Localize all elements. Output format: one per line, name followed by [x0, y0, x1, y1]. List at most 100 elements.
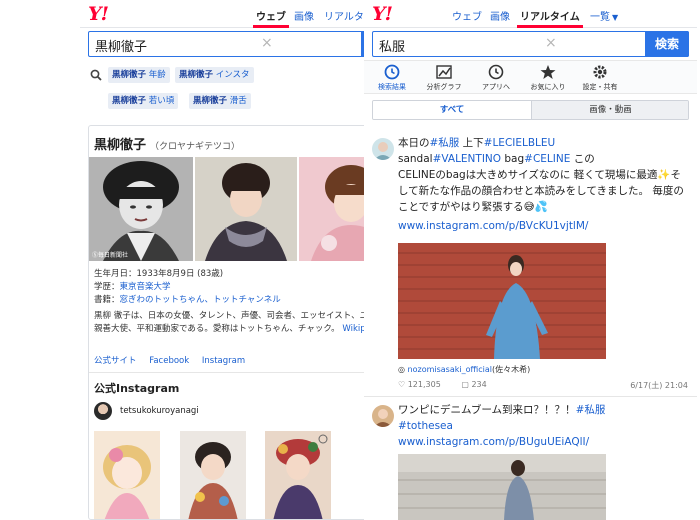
- comment-count: 234: [471, 380, 487, 389]
- knowledge-description: 黒柳 徹子は、日本の女優、タレント、声優、司会者、エッセイスト、ユニセフ親善大使…: [94, 310, 399, 336]
- suggestion-term: 黒柳徹子: [112, 70, 147, 80]
- hashtag-link[interactable]: #CELINE: [524, 153, 570, 165]
- tweet-line: ワンピにデニムブーム到来ロ？！？！#私服: [398, 402, 688, 418]
- person-reading: （クロヤナギテツコ）: [150, 142, 241, 152]
- more-menu[interactable]: 一覧▼: [590, 8, 618, 23]
- text-run: bag: [501, 153, 525, 165]
- tool-settings[interactable]: 設定・共有: [578, 64, 622, 92]
- tweet-url[interactable]: www.instagram.com/p/BUguUEiAQlI/: [398, 434, 688, 450]
- official-links: 公式サイト Facebook Instagram: [94, 354, 255, 366]
- tweet-photo[interactable]: [398, 454, 606, 520]
- search-box: 黒柳徹子 × 検索: [88, 31, 405, 57]
- tab-realtime[interactable]: リアルタイム: [517, 8, 583, 28]
- clock-icon: [384, 64, 400, 80]
- chart-icon: [436, 65, 452, 79]
- instagram-link[interactable]: Instagram: [202, 356, 245, 366]
- avatar-image: [372, 138, 394, 160]
- suggestion-chip[interactable]: 黒柳徹子 滑舌: [189, 93, 251, 109]
- tool-app[interactable]: アプリへ: [474, 64, 518, 92]
- source-user-link[interactable]: nozomisasaki_official: [408, 365, 492, 374]
- comment-icon[interactable]: ▢: [461, 380, 471, 389]
- knowledge-facts: 生年月日：1933年8月9日 (83歳) 学歴：東京音楽大学 書籍：窓ぎわのトッ…: [94, 268, 281, 307]
- knowledge-title: 黒柳徹子 （クロヤナギテツコ）: [94, 134, 240, 153]
- birth-value: 1933年8月9日 (83歳): [136, 269, 224, 279]
- street-photo: [398, 454, 606, 520]
- suggestion-chip[interactable]: 黒柳徹子 年齢: [108, 67, 170, 83]
- instagram-section-title: 公式Instagram: [94, 382, 180, 395]
- suggestion-extra: 滑舌: [229, 96, 247, 106]
- search-input[interactable]: 黒柳徹子: [95, 36, 147, 55]
- tab-images[interactable]: 画像: [490, 8, 510, 23]
- suggestion-extra: 若い頃: [148, 96, 175, 106]
- search-button[interactable]: 検索: [645, 31, 689, 57]
- tweet-body: CELINEのbagは大きめサイズなのに 軽くて現場に最適✨そして新たな作品の顔…: [398, 169, 684, 213]
- portrait-bw-image: [89, 157, 193, 261]
- books-link[interactable]: 窓ぎわのトットちゃん、トットチャンネル: [120, 295, 281, 305]
- person-image: [195, 157, 297, 261]
- yahoo-logo[interactable]: Y!: [88, 3, 109, 25]
- tool-label: 設定・共有: [582, 83, 618, 91]
- media-filter-toggle: すべて 画像・動画: [372, 100, 689, 120]
- tweet-url[interactable]: www.instagram.com/p/BVcKU1vjtlM/: [398, 218, 688, 234]
- suggestion-chip[interactable]: 黒柳徹子 若い頃: [108, 93, 179, 109]
- tweet-text: 本日の#私服 上下#LECIELBLEU sandal#VALENTINO ba…: [398, 135, 688, 234]
- hashtag-link[interactable]: #LECIELBLEU: [484, 137, 556, 149]
- birth-row: 生年月日：1933年8月9日 (83歳): [94, 268, 281, 281]
- tweet-text: ワンピにデニムブーム到来ロ？！？！#私服 #tothesea www.insta…: [398, 402, 688, 450]
- person-image: [180, 431, 246, 519]
- filter-all[interactable]: すべて: [373, 101, 531, 119]
- filter-media[interactable]: 画像・動画: [531, 101, 688, 119]
- gear-icon: [593, 65, 607, 79]
- source-name: (佐々木希): [491, 365, 531, 374]
- yahoo-logo[interactable]: Y!: [372, 3, 393, 25]
- tool-results[interactable]: 検索結果: [370, 64, 414, 92]
- hashtag-link[interactable]: #tothesea: [398, 418, 688, 434]
- photo-2[interactable]: [195, 157, 297, 261]
- heart-icon[interactable]: ♡: [398, 380, 408, 389]
- caret-down-icon: ▼: [612, 13, 619, 22]
- instagram-thumb[interactable]: [180, 431, 246, 519]
- suggestion-term: 黒柳徹子: [193, 96, 228, 106]
- tool-graph[interactable]: 分析グラフ: [422, 64, 466, 92]
- tweet-photo[interactable]: [398, 243, 606, 359]
- search-box: 私服 × 検索: [372, 31, 689, 57]
- divider: [89, 372, 404, 373]
- instagram-thumb[interactable]: [265, 431, 331, 519]
- tab-web[interactable]: ウェブ: [452, 8, 482, 23]
- school-link[interactable]: 東京音楽大学: [120, 282, 171, 292]
- hashtag-link[interactable]: #VALENTINO: [433, 153, 501, 165]
- illustration-image: [94, 431, 160, 519]
- official-site-link[interactable]: 公式サイト: [94, 356, 137, 366]
- search-icon: [90, 69, 102, 81]
- tab-web[interactable]: ウェブ: [253, 8, 289, 28]
- text-run: この: [570, 153, 595, 165]
- tab-images[interactable]: 画像: [294, 8, 314, 23]
- person-image: [265, 431, 331, 519]
- facebook-link[interactable]: Facebook: [149, 356, 189, 366]
- avatar[interactable]: [372, 405, 394, 427]
- search-input[interactable]: 私服: [379, 36, 405, 55]
- books-label: 書籍：: [94, 295, 120, 305]
- knowledge-panel: 黒柳徹子 （クロヤナギテツコ） Ⓢ毎日新聞社 生年月日：1933年8月9日 (8…: [88, 125, 405, 520]
- suggestion-extra: インスタ: [215, 70, 250, 80]
- clear-icon[interactable]: ×: [545, 35, 557, 51]
- suggestion-term: 黒柳徹子: [179, 70, 214, 80]
- avatar: [94, 402, 112, 420]
- suggestion-extra: 年齢: [148, 70, 166, 80]
- birth-label: 生年月日：: [94, 269, 137, 279]
- school-label: 学歴：: [94, 282, 120, 292]
- tweet-line: 本日の#私服 上下#LECIELBLEU: [398, 135, 688, 151]
- instagram-thumb[interactable]: [94, 431, 160, 519]
- clear-icon[interactable]: ×: [261, 35, 273, 51]
- avatar-image: [372, 405, 394, 427]
- brick-wall-photo: [398, 243, 606, 359]
- instagram-icon: ◎: [398, 365, 408, 374]
- hashtag-link[interactable]: #私服: [576, 404, 606, 416]
- tweet-source: ◎ nozomisasaki_official(佐々木希): [398, 364, 530, 375]
- knowledge-images: Ⓢ毎日新聞社: [89, 157, 404, 261]
- avatar[interactable]: [372, 138, 394, 160]
- portrait-photo[interactable]: Ⓢ毎日新聞社: [89, 157, 193, 261]
- suggestion-chip[interactable]: 黒柳徹子 インスタ: [175, 67, 254, 83]
- tool-favorites[interactable]: お気に入り: [526, 64, 570, 92]
- hashtag-link[interactable]: #私服: [430, 137, 460, 149]
